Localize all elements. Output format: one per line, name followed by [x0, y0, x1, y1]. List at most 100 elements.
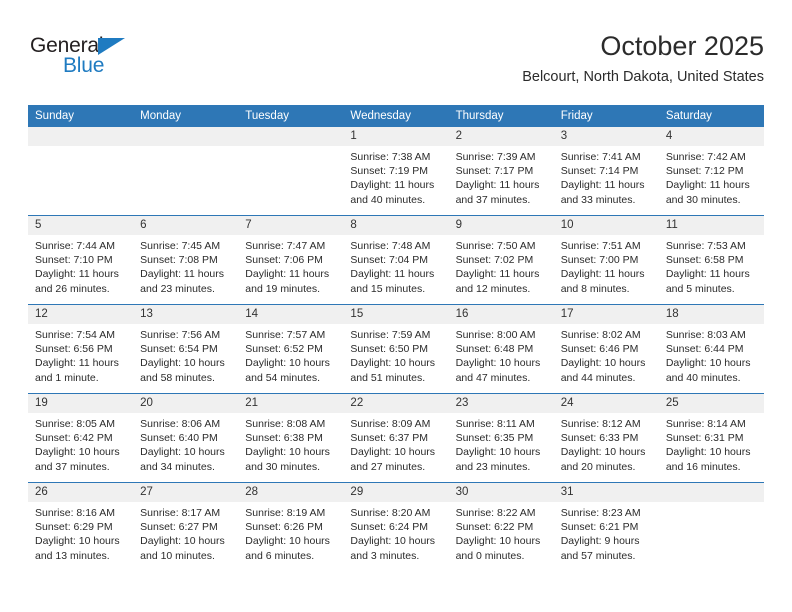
- sunrise-text: Sunrise: 8:19 AM: [245, 507, 326, 519]
- day-details: Sunrise: 8:00 AM Sunset: 6:48 PM Daylight:…: [449, 324, 554, 385]
- day-number: 30: [448, 483, 554, 502]
- day-details: Sunrise: 8:11 AM Sunset: 6:35 PM Daylight:…: [449, 413, 554, 474]
- day-details: Sunrise: 8:17 AM Sunset: 6:27 PM Daylight:…: [133, 502, 238, 563]
- calendar-day-cell[interactable]: 31 Sunrise: 8:23 AM Sunset: 6:21 PM Dayligh…: [553, 482, 659, 575]
- day-details: Sunrise: 8:06 AM Sunset: 6:40 PM Daylight:…: [133, 413, 238, 474]
- calendar-day-cell[interactable]: 21 Sunrise: 8:08 AM Sunset: 6:38 PM Dayligh…: [238, 393, 344, 483]
- calendar-day-cell[interactable]: 20 Sunrise: 8:06 AM Sunset: 6:40 PM Dayligh…: [133, 393, 239, 483]
- calendar-day-cell[interactable]: 5 Sunrise: 7:44 AM Sunset: 7:10 PM Daylight…: [28, 215, 134, 305]
- calendar-day-cell[interactable]: 13 Sunrise: 7:56 AM Sunset: 6:54 PM Dayligh…: [133, 304, 239, 394]
- calendar-day-cell[interactable]: 9 Sunrise: 7:50 AM Sunset: 7:02 PM Daylight…: [448, 215, 554, 305]
- sunrise-text: Sunrise: 8:23 AM: [560, 507, 641, 519]
- calendar-day-cell[interactable]: 6 Sunrise: 7:45 AM Sunset: 7:08 PM Daylight…: [133, 215, 239, 305]
- day-number: 17: [553, 305, 659, 324]
- day-details: Sunrise: 7:39 AM Sunset: 7:17 PM Daylight:…: [449, 146, 554, 207]
- day-number: 26: [28, 483, 134, 502]
- daylight-text: Daylight: 11 hours and 8 minutes.: [560, 268, 645, 295]
- calendar-day-cell[interactable]: 24 Sunrise: 8:12 AM Sunset: 6:33 PM Dayligh…: [553, 393, 659, 483]
- calendar-day-cell[interactable]: 11 Sunrise: 7:53 AM Sunset: 6:58 PM Dayligh…: [658, 215, 764, 305]
- day-number: 19: [28, 394, 134, 413]
- day-details: Sunrise: 7:53 AM Sunset: 6:58 PM Daylight:…: [659, 235, 764, 296]
- calendar-day-cell[interactable]: 27 Sunrise: 8:17 AM Sunset: 6:27 PM Dayligh…: [133, 482, 239, 575]
- day-number: 9: [448, 216, 554, 235]
- daylight-text: Daylight: 10 hours and 3 minutes.: [350, 535, 436, 562]
- calendar-day-cell[interactable]: 16 Sunrise: 8:00 AM Sunset: 6:48 PM Dayligh…: [448, 304, 554, 394]
- day-number: [133, 127, 239, 146]
- day-details: Sunrise: 8:16 AM Sunset: 6:29 PM Daylight:…: [28, 502, 133, 563]
- daylight-text: Daylight: 11 hours and 15 minutes.: [350, 268, 435, 295]
- sunset-text: Sunset: 7:08 PM: [140, 254, 218, 267]
- sunrise-text: Sunrise: 8:14 AM: [665, 418, 746, 430]
- calendar-day-cell[interactable]: 15 Sunrise: 7:59 AM Sunset: 6:50 PM Dayligh…: [343, 304, 449, 394]
- calendar-day-cell[interactable]: 8 Sunrise: 7:48 AM Sunset: 7:04 PM Daylight…: [343, 215, 449, 305]
- calendar-day-cell[interactable]: 14 Sunrise: 7:57 AM Sunset: 6:52 PM Dayligh…: [238, 304, 344, 394]
- sunrise-text: Sunrise: 7:45 AM: [140, 240, 221, 252]
- day-details: Sunrise: 8:14 AM Sunset: 6:31 PM Daylight:…: [659, 413, 764, 474]
- calendar-header-row: Sunday Monday Tuesday Wednesday Thursday…: [28, 105, 764, 127]
- location-subtitle: Belcourt, North Dakota, United States: [522, 69, 764, 85]
- sunset-text: Sunset: 7:06 PM: [245, 254, 323, 267]
- calendar-container: Sunday Monday Tuesday Wednesday Thursday…: [28, 105, 764, 575]
- calendar-day-cell[interactable]: 19 Sunrise: 8:05 AM Sunset: 6:42 PM Dayligh…: [28, 393, 134, 483]
- calendar-empty-cell: [238, 126, 344, 216]
- page-header: General Blue October 2025 Belcourt, Nort…: [28, 30, 764, 100]
- day-number: 29: [343, 483, 449, 502]
- calendar-day-cell[interactable]: 1 Sunrise: 7:38 AM Sunset: 7:19 PM Daylight…: [343, 126, 449, 216]
- sunrise-text: Sunrise: 8:03 AM: [665, 329, 746, 341]
- day-number: [28, 127, 134, 146]
- calendar-day-cell[interactable]: 30 Sunrise: 8:22 AM Sunset: 6:22 PM Dayligh…: [448, 482, 554, 575]
- calendar-day-cell[interactable]: 28 Sunrise: 8:19 AM Sunset: 6:26 PM Dayligh…: [238, 482, 344, 575]
- weekday-header-saturday: Saturday: [658, 105, 764, 127]
- logo-triangle-icon: [98, 38, 125, 55]
- calendar-day-cell[interactable]: 23 Sunrise: 8:11 AM Sunset: 6:35 PM Dayligh…: [448, 393, 554, 483]
- calendar-day-cell[interactable]: 17 Sunrise: 8:02 AM Sunset: 6:46 PM Dayligh…: [553, 304, 659, 394]
- calendar-day-cell[interactable]: 18 Sunrise: 8:03 AM Sunset: 6:44 PM Dayligh…: [658, 304, 764, 394]
- day-number: 15: [343, 305, 449, 324]
- sunset-text: Sunset: 6:21 PM: [560, 521, 639, 534]
- day-details: Sunrise: 7:57 AM Sunset: 6:52 PM Daylight:…: [238, 324, 343, 385]
- day-details: Sunrise: 8:09 AM Sunset: 6:37 PM Daylight:…: [343, 413, 448, 474]
- day-number: 16: [448, 305, 554, 324]
- daylight-text: Daylight: 11 hours and 37 minutes.: [455, 179, 540, 206]
- calendar-day-cell[interactable]: 22 Sunrise: 8:09 AM Sunset: 6:37 PM Dayligh…: [343, 393, 449, 483]
- day-details: Sunrise: 7:41 AM Sunset: 7:14 PM Daylight:…: [554, 146, 659, 207]
- sunset-text: Sunset: 6:54 PM: [140, 343, 218, 356]
- daylight-text: Daylight: 10 hours and 58 minutes.: [140, 357, 225, 384]
- calendar-body: 1 Sunrise: 7:38 AM Sunset: 7:19 PM Daylight…: [28, 126, 764, 575]
- day-details: Sunrise: 7:50 AM Sunset: 7:02 PM Daylight:…: [449, 235, 554, 296]
- sunrise-text: Sunrise: 7:56 AM: [140, 329, 221, 341]
- daylight-text: Daylight: 11 hours and 40 minutes.: [350, 179, 435, 206]
- sunset-text: Sunset: 6:40 PM: [140, 432, 218, 445]
- calendar-day-cell[interactable]: 3 Sunrise: 7:41 AM Sunset: 7:14 PM Daylight…: [553, 126, 659, 216]
- calendar-empty-cell: [658, 482, 764, 575]
- sunset-text: Sunset: 7:04 PM: [350, 254, 429, 267]
- sunrise-text: Sunrise: 7:42 AM: [665, 151, 746, 163]
- sunset-text: Sunset: 6:29 PM: [35, 521, 113, 534]
- day-number: 27: [133, 483, 239, 502]
- day-details: Sunrise: 7:42 AM Sunset: 7:12 PM Daylight:…: [659, 146, 764, 207]
- calendar-page: General Blue October 2025 Belcourt, Nort…: [0, 0, 792, 612]
- sunset-text: Sunset: 6:38 PM: [245, 432, 323, 445]
- day-details: Sunrise: 7:47 AM Sunset: 7:06 PM Daylight:…: [238, 235, 343, 296]
- calendar-day-cell[interactable]: 12 Sunrise: 7:54 AM Sunset: 6:56 PM Dayligh…: [28, 304, 134, 394]
- sunrise-text: Sunrise: 8:00 AM: [455, 329, 536, 341]
- calendar-empty-cell: [133, 126, 239, 216]
- calendar-day-cell[interactable]: 29 Sunrise: 8:20 AM Sunset: 6:24 PM Dayligh…: [343, 482, 449, 575]
- calendar-week-row: 26 Sunrise: 8:16 AM Sunset: 6:29 PM Dayligh…: [28, 482, 764, 575]
- calendar-day-cell[interactable]: 2 Sunrise: 7:39 AM Sunset: 7:17 PM Daylight…: [448, 126, 554, 216]
- day-details: Sunrise: 8:22 AM Sunset: 6:22 PM Daylight:…: [449, 502, 554, 563]
- calendar-day-cell[interactable]: 10 Sunrise: 7:51 AM Sunset: 7:00 PM Dayligh…: [553, 215, 659, 305]
- calendar-day-cell[interactable]: 7 Sunrise: 7:47 AM Sunset: 7:06 PM Daylight…: [238, 215, 344, 305]
- sunset-text: Sunset: 6:58 PM: [665, 254, 744, 267]
- day-details: Sunrise: 8:19 AM Sunset: 6:26 PM Daylight:…: [238, 502, 343, 563]
- calendar-day-cell[interactable]: 26 Sunrise: 8:16 AM Sunset: 6:29 PM Dayligh…: [28, 482, 134, 575]
- day-number: 4: [658, 127, 764, 146]
- day-details: Sunrise: 7:38 AM Sunset: 7:19 PM Daylight:…: [343, 146, 448, 207]
- day-details: Sunrise: 7:45 AM Sunset: 7:08 PM Daylight:…: [133, 235, 238, 296]
- day-number: 13: [133, 305, 239, 324]
- sunrise-text: Sunrise: 7:57 AM: [245, 329, 326, 341]
- calendar-day-cell[interactable]: 4 Sunrise: 7:42 AM Sunset: 7:12 PM Daylight…: [658, 126, 764, 216]
- day-number: 18: [658, 305, 764, 324]
- calendar-day-cell[interactable]: 25 Sunrise: 8:14 AM Sunset: 6:31 PM Dayligh…: [658, 393, 764, 483]
- daylight-text: Daylight: 10 hours and 30 minutes.: [245, 446, 330, 473]
